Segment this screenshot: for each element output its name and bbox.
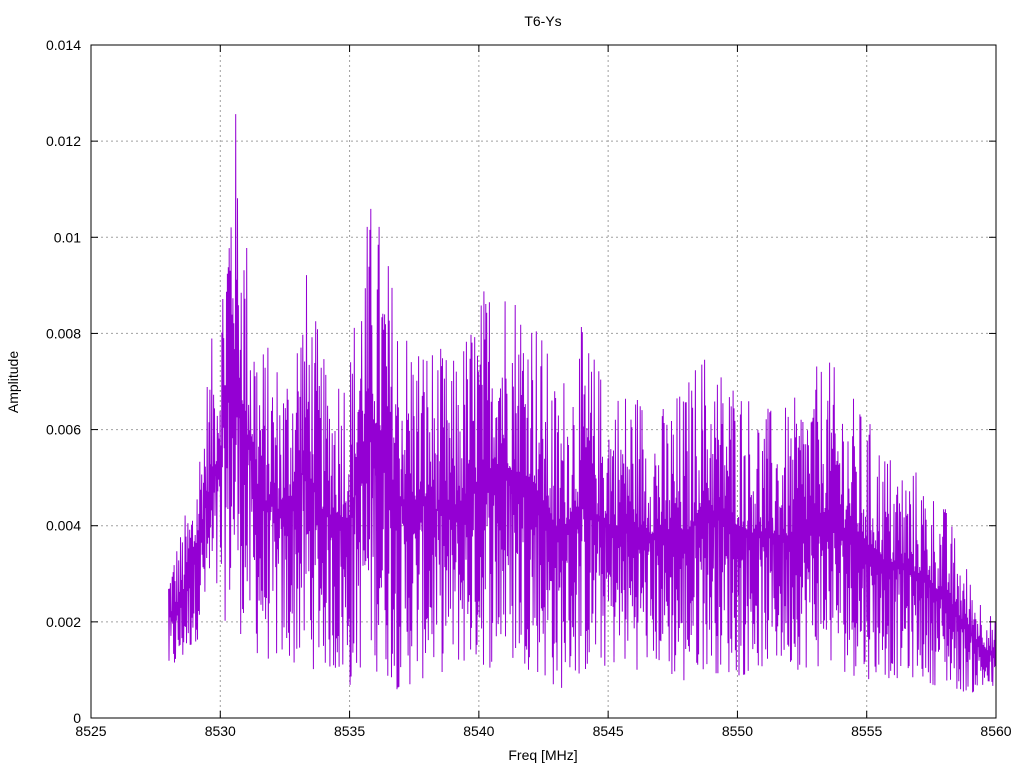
y-tick-label: 0.008 bbox=[46, 325, 81, 341]
x-tick-label: 8530 bbox=[205, 723, 236, 739]
amplitude-series-line bbox=[168, 114, 997, 693]
x-tick-label: 8555 bbox=[851, 723, 882, 739]
y-axis-label: Amplitude bbox=[5, 351, 21, 413]
y-tick-label: 0.004 bbox=[46, 518, 81, 534]
y-tick-label: 0 bbox=[73, 710, 81, 726]
x-tick-label: 8540 bbox=[463, 723, 494, 739]
y-tick-label: 0.012 bbox=[46, 133, 81, 149]
x-tick-label: 8560 bbox=[980, 723, 1011, 739]
y-tick-label: 0.002 bbox=[46, 614, 81, 630]
x-tick-label: 8545 bbox=[593, 723, 624, 739]
series-layer bbox=[168, 114, 997, 693]
y-tick-label: 0.014 bbox=[46, 37, 81, 53]
chart: 8525 8530 8535 8540 8545 8550 8555 856000.0020.… bbox=[5, 13, 1012, 763]
x-tick-label: 8550 bbox=[722, 723, 753, 739]
y-tick-label: 0.01 bbox=[54, 229, 81, 245]
x-tick-label: 8535 bbox=[334, 723, 365, 739]
x-axis-label: Freq [MHz] bbox=[508, 747, 577, 763]
chart-title: T6-Ys bbox=[524, 13, 561, 29]
y-tick-label: 0.006 bbox=[46, 422, 81, 438]
